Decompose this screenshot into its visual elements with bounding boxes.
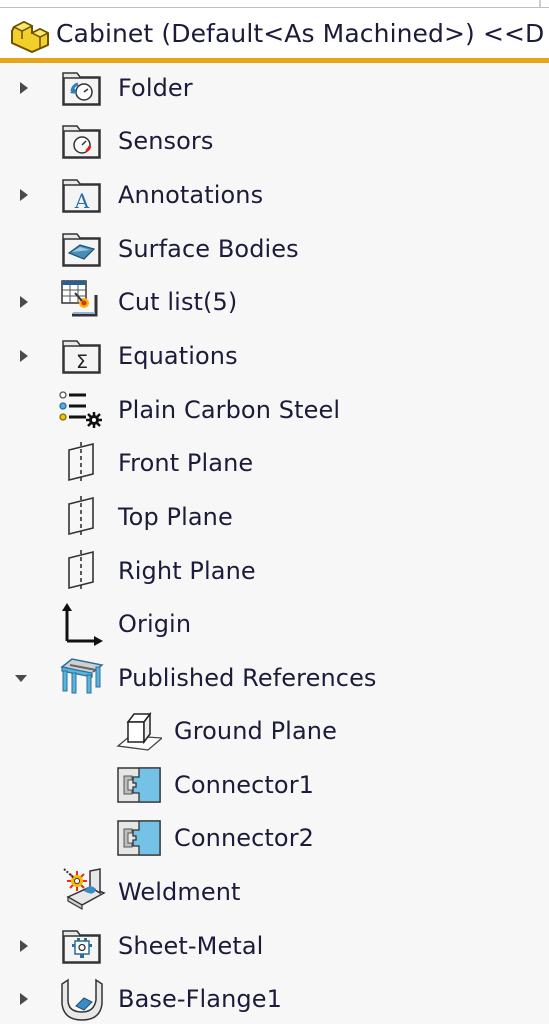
sensors-folder-icon: [62, 125, 101, 159]
tree-item-label: Base-Flange1: [118, 985, 282, 1013]
cut-list-icon: [61, 280, 98, 317]
expand-arrow-icon[interactable]: [17, 81, 31, 95]
tree-item-label: Cut list(5): [118, 288, 238, 316]
collapse-arrow-icon[interactable]: [14, 671, 28, 685]
equations-folder-icon: Σ: [62, 340, 101, 374]
tree-item-label: Weldment: [118, 878, 241, 906]
plane-icon: [68, 496, 94, 536]
tree-item-label: Sensors: [118, 127, 214, 155]
ground-plane-icon: [116, 711, 162, 751]
tree-item-label: Annotations: [118, 181, 264, 209]
tree-item-folder[interactable]: Folder: [0, 63, 549, 113]
tree-item-annotations[interactable]: A Annotations: [0, 170, 549, 220]
connector-icon: [117, 820, 161, 856]
tree-item-label: Ground Plane: [174, 717, 337, 745]
plane-icon: [68, 442, 94, 482]
sheet-metal-folder-icon: [62, 930, 101, 964]
tree-item-right-plane[interactable]: Right Plane: [0, 546, 549, 596]
annotations-folder-icon: A: [62, 179, 101, 213]
tree-item-label: Equations: [118, 342, 238, 370]
tree-item-label: Connector2: [174, 824, 315, 852]
tree-item-label: Sheet-Metal: [118, 932, 264, 960]
tree-item-weldment[interactable]: Weldment: [0, 867, 549, 917]
tree-item-base-flange1[interactable]: Base-Flange1: [0, 974, 549, 1024]
expand-arrow-icon[interactable]: [17, 188, 31, 202]
tree-item-published-references[interactable]: Published References: [0, 653, 549, 703]
tree-item-label: Published References: [118, 664, 377, 692]
tree-item-label: Folder: [118, 74, 193, 102]
root-title: Cabinet (Default<As Machined>) <<D: [56, 18, 545, 48]
tree-item-connector1[interactable]: Connector1: [0, 760, 549, 810]
expand-arrow-icon[interactable]: [17, 992, 31, 1006]
svg-text:Σ: Σ: [76, 351, 88, 373]
base-flange-icon: [61, 978, 103, 1021]
feature-tree-root[interactable]: Cabinet (Default<As Machined>) <<D: [0, 8, 549, 63]
tree-item-label: Front Plane: [118, 449, 254, 477]
weldment-icon: [63, 868, 106, 911]
tree-item-sensors[interactable]: Sensors: [0, 116, 549, 166]
tree-item-label: Surface Bodies: [118, 235, 299, 263]
tree-item-sheet-metal[interactable]: Sheet-Metal: [0, 921, 549, 971]
expand-arrow-icon[interactable]: [17, 349, 31, 363]
tree-item-equations[interactable]: Σ Equations: [0, 331, 549, 381]
tree-item-top-plane[interactable]: Top Plane: [0, 492, 549, 542]
tree-item-front-plane[interactable]: Front Plane: [0, 438, 549, 488]
tree-item-origin[interactable]: Origin: [0, 599, 549, 649]
history-folder-icon: [62, 72, 101, 106]
surface-bodies-folder-icon: [62, 233, 101, 267]
svg-text:A: A: [74, 189, 90, 213]
expand-arrow-icon[interactable]: [17, 939, 31, 953]
expand-arrow-icon[interactable]: [17, 295, 31, 309]
panel-top-border: [0, 0, 549, 8]
tree-item-label: Right Plane: [118, 557, 256, 585]
tree-item-label: Origin: [118, 610, 192, 638]
plane-icon: [68, 550, 94, 590]
material-icon: [59, 391, 102, 428]
origin-icon: [62, 603, 103, 646]
tree-item-material[interactable]: Plain Carbon Steel: [0, 385, 549, 435]
part-icon: [11, 21, 50, 53]
tree-item-ground-plane[interactable]: Ground Plane: [0, 706, 549, 756]
connector-icon: [117, 767, 161, 803]
tree-item-connector2[interactable]: Connector2: [0, 813, 549, 863]
tree-item-label: Top Plane: [118, 503, 233, 531]
tree-item-cut-list[interactable]: Cut list(5): [0, 277, 549, 327]
tree-item-label: Connector1: [174, 771, 315, 799]
tree-item-label: Plain Carbon Steel: [118, 396, 341, 424]
scroll-endcap: [539, 0, 541, 7]
published-references-icon: [60, 658, 104, 694]
tree-item-surface-bodies[interactable]: Surface Bodies: [0, 224, 549, 274]
